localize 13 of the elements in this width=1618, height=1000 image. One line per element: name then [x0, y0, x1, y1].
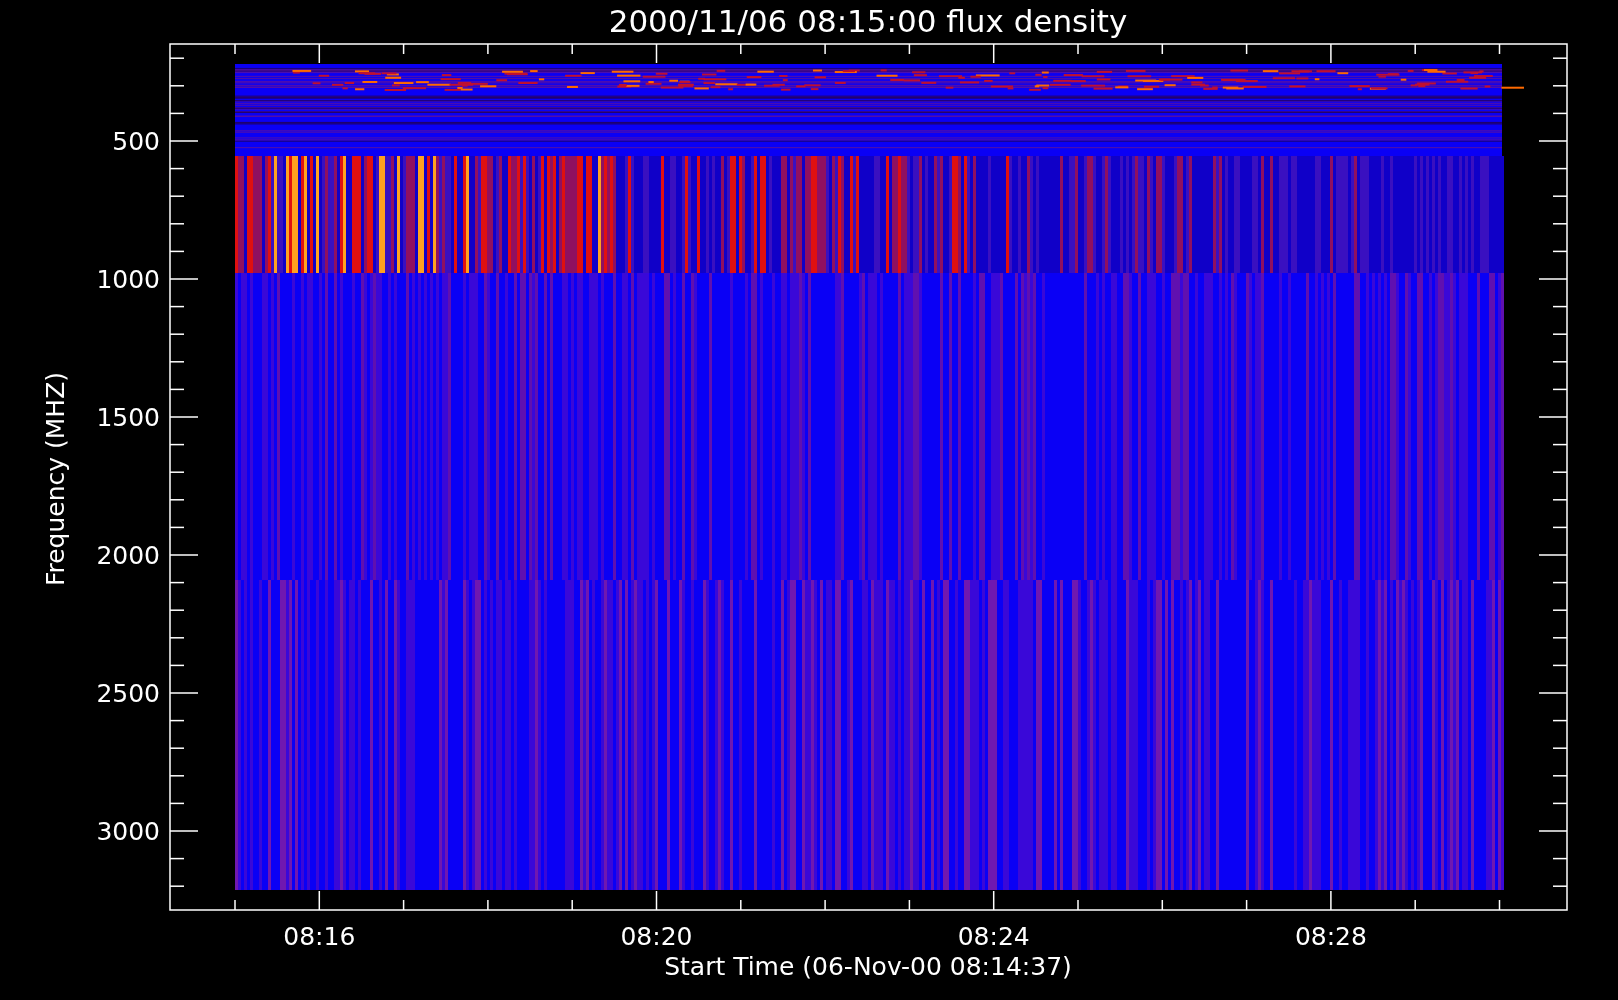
x-axis-label: Start Time (06-Nov-00 08:14:37) — [664, 952, 1072, 981]
x-tick-label: 08:20 — [620, 922, 693, 951]
y-tick-label: 3000 — [96, 817, 160, 846]
x-tick-label: 08:24 — [957, 922, 1030, 951]
y-tick-label: 1000 — [96, 265, 160, 294]
y-tick-label: 2000 — [96, 541, 160, 570]
x-tick-label: 08:28 — [1294, 922, 1367, 951]
x-tick-label: 08:16 — [283, 922, 356, 951]
y-tick-label: 2500 — [96, 679, 160, 708]
y-tick-label: 1500 — [96, 403, 160, 432]
y-tick-label: 500 — [112, 127, 160, 156]
y-axis-label: Frequency (MHZ) — [41, 371, 70, 587]
plot-title: 2000/11/06 08:15:00 flux density — [608, 3, 1128, 39]
